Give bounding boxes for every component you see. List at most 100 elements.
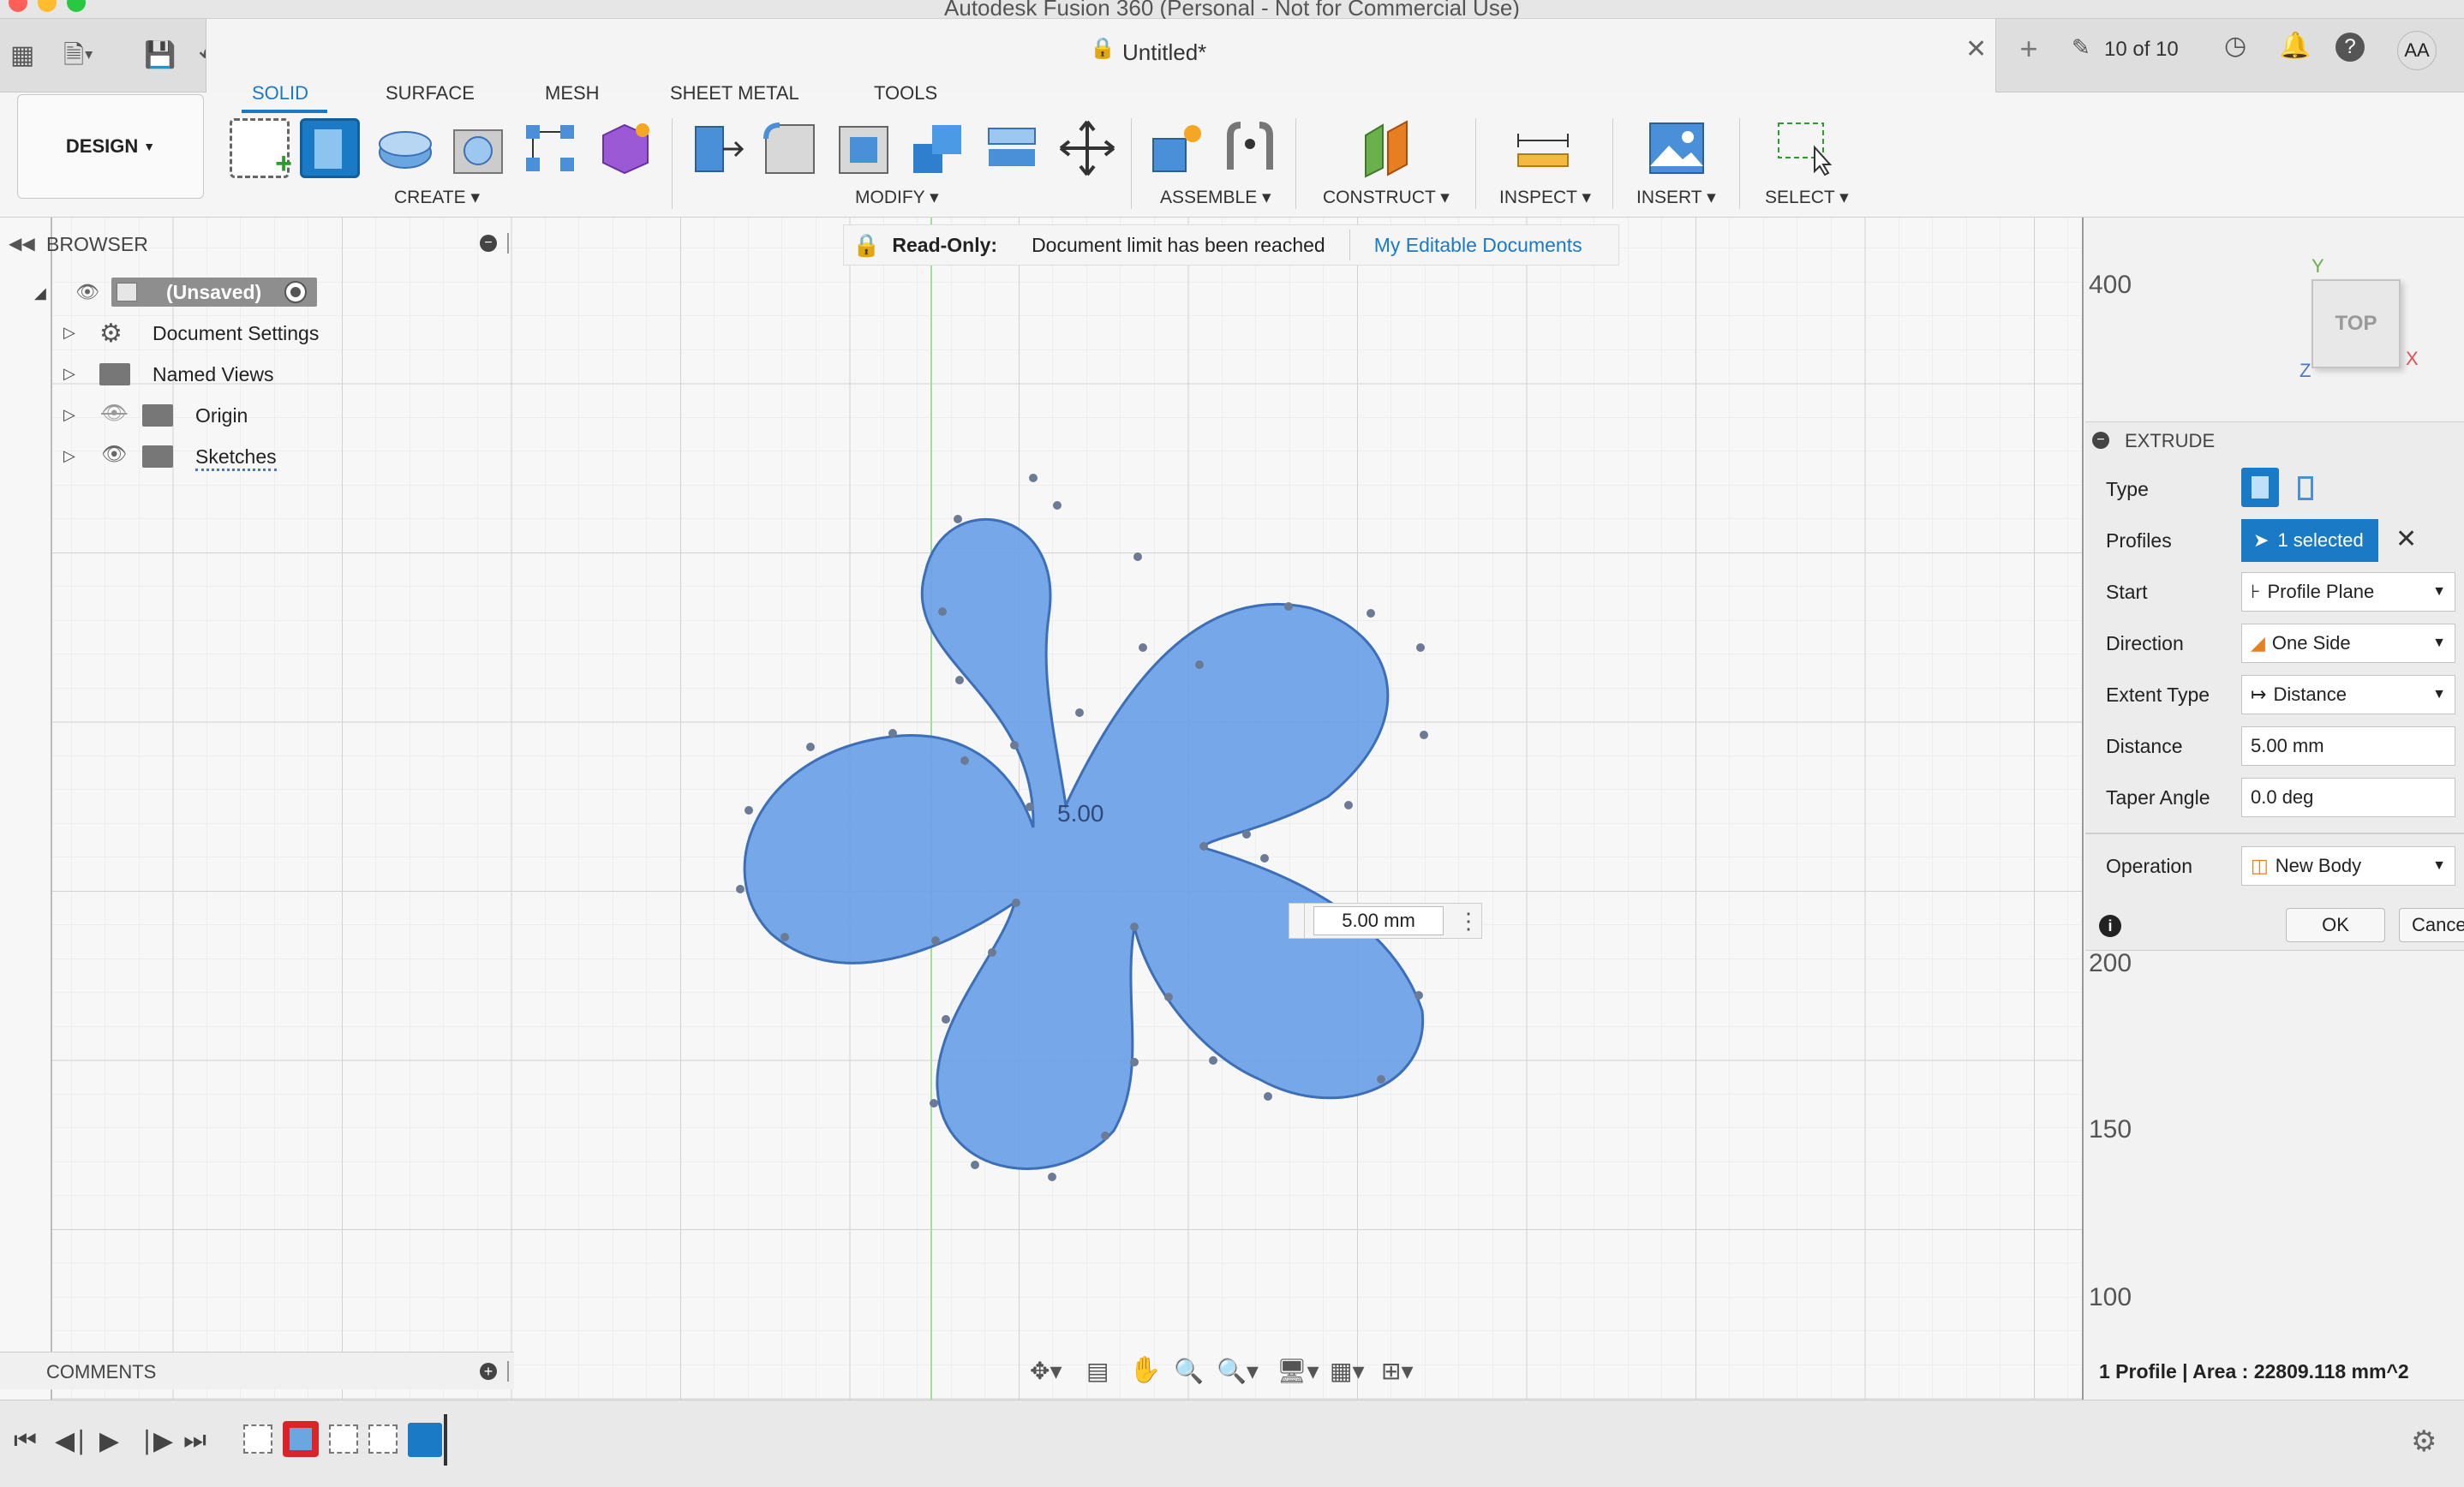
editable-documents-link[interactable]: My Editable Documents (1374, 234, 1582, 257)
panel-pin[interactable] (507, 1361, 509, 1382)
new-component-icon[interactable] (1146, 118, 1206, 178)
tab-surface[interactable]: SURFACE (386, 82, 475, 105)
timeline-sketch-item[interactable] (243, 1424, 272, 1454)
sketch-profile[interactable] (720, 471, 1439, 1191)
browser-minimize-icon[interactable]: − (480, 235, 497, 252)
info-icon[interactable]: i (2099, 915, 2121, 937)
start-select[interactable]: ⊦ Profile Plane ▼ (2241, 572, 2455, 612)
window-select-icon[interactable] (1775, 118, 1835, 178)
add-comment-icon[interactable]: + (480, 1363, 497, 1380)
timeline-sketch-item[interactable] (329, 1424, 358, 1454)
select-menu[interactable]: SELECT ▾ (1765, 187, 1849, 208)
press-pull-icon[interactable] (687, 118, 747, 178)
assemble-menu[interactable]: ASSEMBLE ▾ (1160, 187, 1271, 208)
expand-arrow-icon[interactable]: ▷ (63, 365, 75, 383)
clock-icon[interactable]: ◷ (2224, 31, 2246, 61)
close-tab-icon[interactable]: ✕ (1965, 34, 1987, 64)
offset-face-icon[interactable] (982, 118, 1042, 178)
play-icon[interactable]: ▶ (99, 1426, 119, 1456)
move-copy-icon[interactable] (1057, 118, 1117, 178)
collapse-browser-icon[interactable]: ◀◀ (9, 233, 35, 254)
direction-select[interactable]: ◢ One Side ▼ (2241, 624, 2455, 663)
workspace-switcher[interactable]: DESIGN ▼ (17, 94, 204, 199)
visibility-eye-icon[interactable]: 👁 (75, 281, 99, 303)
browser-item-document-settings[interactable]: Document Settings (153, 322, 319, 345)
job-counter[interactable]: 10 of 10 (2104, 38, 2179, 62)
distance-manipulator[interactable]: 5.00 mm ⋮ (1289, 903, 1482, 939)
activate-radio[interactable] (284, 281, 307, 303)
pattern-icon[interactable] (521, 118, 581, 178)
browser-item-sketches[interactable]: Sketches (195, 445, 277, 471)
browser-item-named-views[interactable]: Named Views (153, 363, 273, 386)
insert-image-icon[interactable] (1647, 118, 1707, 178)
type-solid-button[interactable] (2241, 468, 2279, 507)
construct-menu[interactable]: CONSTRUCT ▾ (1323, 187, 1450, 208)
viewports-icon[interactable]: ⊞▾ (1381, 1357, 1414, 1385)
revolve-icon[interactable] (375, 118, 435, 178)
create-sketch-icon[interactable]: + (230, 118, 292, 180)
insert-menu[interactable]: INSERT ▾ (1636, 187, 1716, 208)
measure-icon[interactable] (1513, 118, 1573, 178)
hole-icon[interactable] (449, 118, 509, 178)
visibility-eye-icon[interactable]: 👁 (101, 442, 127, 467)
grid-settings-icon[interactable]: ▦▾ (1330, 1357, 1365, 1385)
create-menu[interactable]: CREATE ▾ (394, 187, 480, 208)
inspect-menu[interactable]: INSPECT ▾ (1499, 187, 1591, 208)
expand-arrow-icon[interactable]: ▷ (63, 324, 75, 342)
ok-button[interactable]: OK (2286, 908, 2385, 942)
help-icon[interactable]: ? (2335, 33, 2365, 62)
timeline-marker[interactable] (444, 1414, 447, 1466)
tab-sheet-metal[interactable]: SHEET METAL (670, 82, 799, 105)
notification-bell-icon[interactable]: 🔔 (2279, 31, 2311, 61)
expand-arrow-icon[interactable]: ▷ (63, 406, 75, 424)
fit-zoom-icon[interactable]: 🔍▾ (1217, 1357, 1259, 1385)
collapse-dialog-icon[interactable]: − (2092, 432, 2109, 449)
go-to-end-icon[interactable]: ⏭ (183, 1426, 206, 1455)
tree-collapse-icon[interactable]: ◢ (34, 284, 46, 302)
distance-input[interactable]: 5.00 mm (2241, 726, 2455, 766)
panel-pin[interactable] (507, 233, 509, 254)
offset-plane-icon[interactable] (1357, 118, 1417, 178)
fillet-icon[interactable] (761, 118, 821, 178)
clear-selection-icon[interactable]: ✕ (2395, 524, 2417, 554)
type-thin-button[interactable] (2289, 471, 2323, 505)
joint-icon[interactable] (1220, 118, 1280, 178)
modify-menu[interactable]: MODIFY ▾ (855, 187, 939, 208)
timeline-settings-gear-icon[interactable]: ⚙ (2411, 1424, 2437, 1459)
drag-handle[interactable] (1289, 904, 1305, 938)
pan-hand-icon[interactable]: ✋ (1129, 1355, 1161, 1385)
extent-type-select[interactable]: ↦ Distance ▼ (2241, 675, 2455, 714)
timeline-extrude-item[interactable] (283, 1421, 319, 1457)
zoom-icon[interactable]: 🔍 (1174, 1357, 1204, 1385)
taper-angle-input[interactable]: 0.0 deg (2241, 778, 2455, 817)
browser-item-origin[interactable]: Origin (195, 404, 248, 427)
create-form-icon[interactable] (595, 118, 655, 178)
tab-solid[interactable]: SOLID (252, 82, 308, 105)
combine-icon[interactable] (908, 118, 968, 178)
shell-icon[interactable] (834, 118, 894, 178)
timeline-current-item[interactable] (408, 1423, 442, 1457)
display-settings-icon[interactable]: 🖥▾ (1277, 1357, 1319, 1385)
app-grid-icon[interactable]: ▦ (10, 19, 34, 93)
tab-mesh[interactable]: MESH (545, 82, 600, 105)
step-back-icon[interactable]: ◀∣ (55, 1426, 87, 1456)
file-menu-icon[interactable]: 🗎▾ (63, 19, 93, 93)
save-icon[interactable]: 💾 (144, 19, 176, 93)
extrude-icon[interactable] (300, 118, 360, 178)
expand-arrow-icon[interactable]: ▷ (63, 447, 75, 465)
user-avatar[interactable]: AA (2397, 31, 2437, 70)
cancel-button[interactable]: Cancel (2399, 908, 2464, 942)
go-to-start-icon[interactable]: ⏮ (14, 1426, 37, 1455)
profiles-selection[interactable]: ➤ 1 selected (2241, 519, 2378, 562)
more-options-icon[interactable]: ⋮ (1457, 908, 1480, 935)
timeline-sketch-item[interactable] (368, 1424, 398, 1454)
hidden-eye-icon[interactable]: 👁 (101, 401, 127, 426)
new-tab-icon[interactable]: + (2012, 31, 2046, 66)
distance-input-canvas[interactable]: 5.00 mm (1313, 906, 1444, 935)
viewcube[interactable]: TOP (2311, 279, 2401, 368)
job-status-icon[interactable]: ✎ (2072, 34, 2090, 61)
tab-tools[interactable]: TOOLS (874, 82, 937, 105)
operation-select[interactable]: ◫ New Body ▼ (2241, 846, 2455, 886)
orbit-icon[interactable]: ✥▾ (1030, 1357, 1062, 1385)
look-at-icon[interactable]: ▤ (1086, 1357, 1109, 1385)
